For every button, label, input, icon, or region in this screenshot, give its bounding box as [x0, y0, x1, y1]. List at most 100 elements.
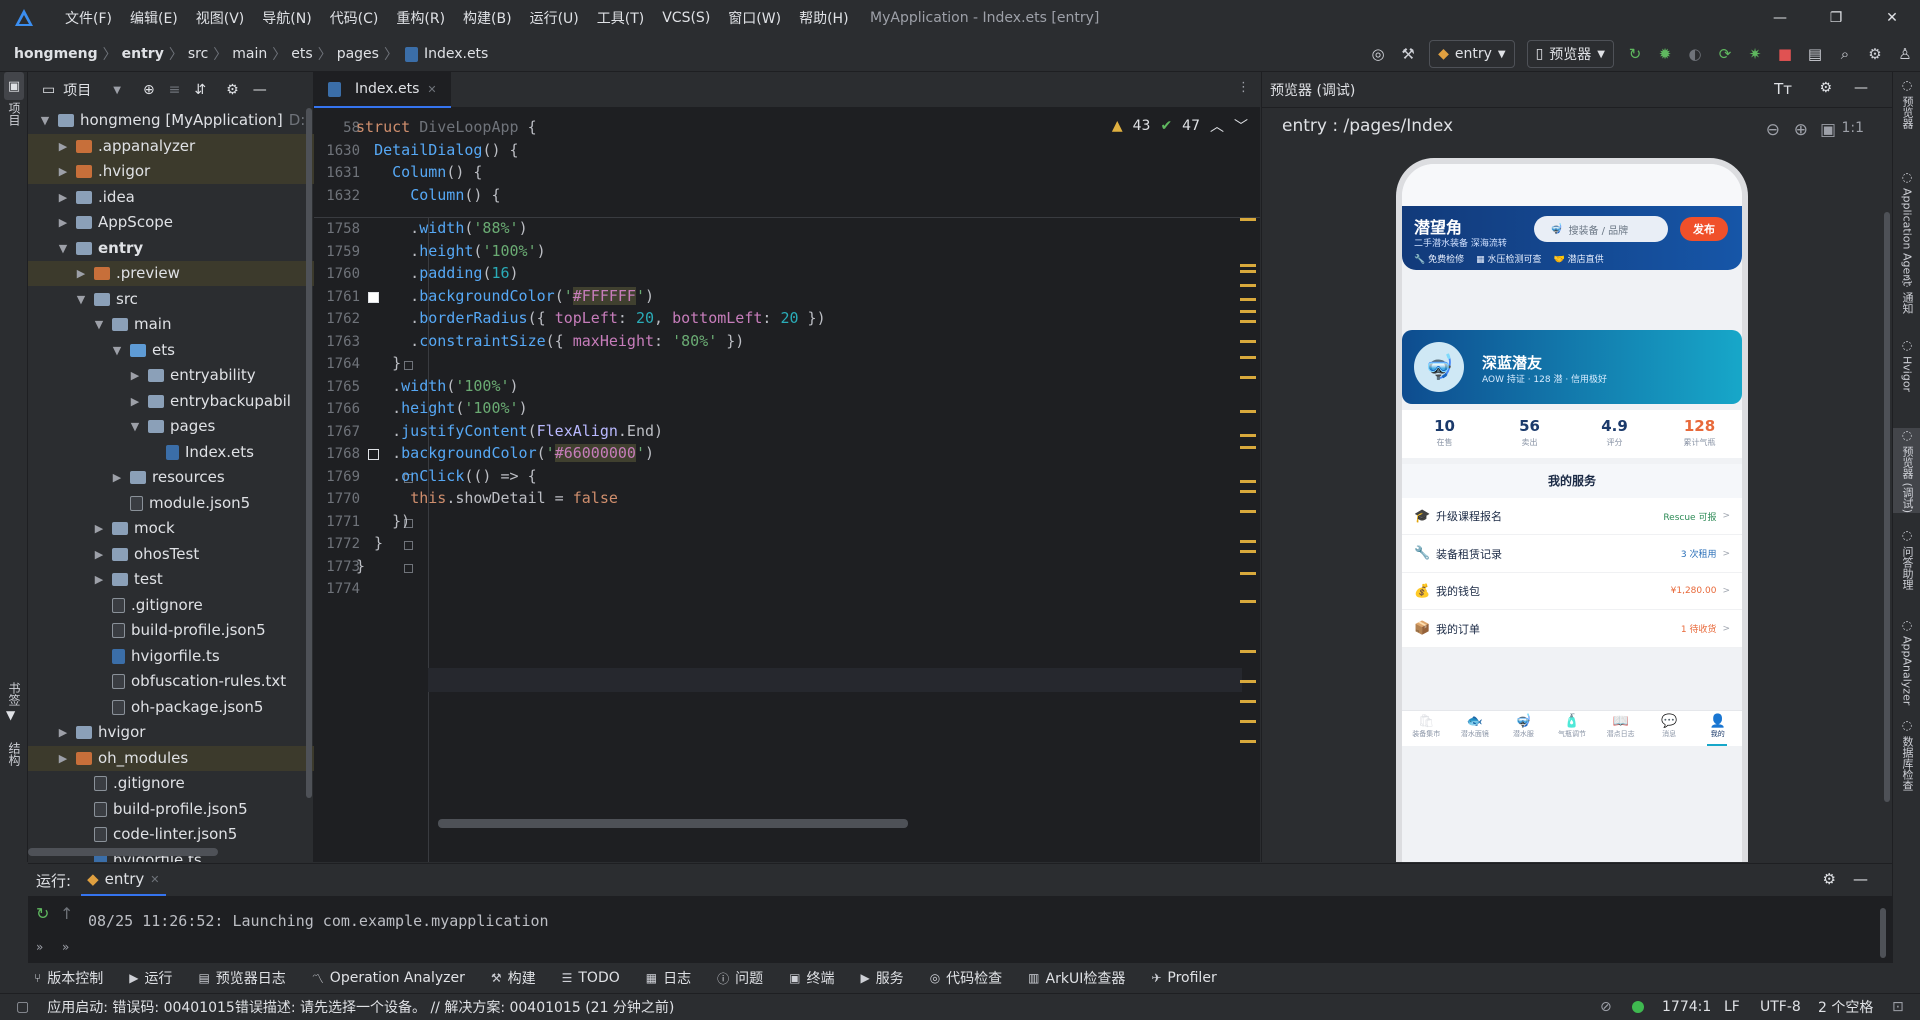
warning-stripe-mark[interactable]: [1240, 284, 1256, 287]
menu-item[interactable]: 构建(B): [454, 8, 521, 28]
device-manager-icon[interactable]: ▤: [1800, 39, 1830, 69]
tree-item[interactable]: ▶ oh_modules: [28, 745, 314, 771]
tree-item[interactable]: ▶ resources: [28, 465, 314, 490]
code-line[interactable]: this.showDetail = false: [356, 489, 618, 507]
menu-item[interactable]: 文件(F): [56, 8, 121, 28]
warning-stripe-mark[interactable]: [1240, 740, 1256, 743]
apply-changes-icon[interactable]: ⟳: [1710, 39, 1740, 69]
code-line[interactable]: .onClick(() => {: [356, 467, 537, 485]
menu-item[interactable]: 工具(T): [588, 8, 653, 28]
chevron-right-icon[interactable]: ▶: [56, 134, 70, 159]
status-ok-icon[interactable]: [1632, 1001, 1644, 1013]
bottom-tool-item[interactable]: ▤ 预览器日志: [198, 968, 285, 988]
warning-stripe-mark[interactable]: [1240, 320, 1256, 323]
chevron-right-icon[interactable]: ▶: [56, 210, 70, 235]
warning-stripe-mark[interactable]: [1240, 264, 1256, 267]
tree-item[interactable]: code-linter.json5: [28, 822, 314, 847]
bottom-tool-item[interactable]: ☰ TODO: [562, 970, 620, 986]
tree-item[interactable]: oh-package.json5: [28, 695, 314, 720]
warning-stripe-mark[interactable]: [1240, 550, 1256, 553]
fit-icon[interactable]: ▣: [1820, 120, 1836, 140]
warning-stripe-mark[interactable]: [1240, 720, 1256, 723]
tree-item[interactable]: build-profile.json5: [28, 618, 314, 643]
chevron-down-icon[interactable]: ▼: [110, 338, 124, 363]
file-encoding[interactable]: UTF-8: [1760, 999, 1801, 1015]
menu-item[interactable]: 导航(N): [253, 8, 320, 28]
tree-item[interactable]: build-profile.json5: [28, 797, 314, 822]
warning-stripe-mark[interactable]: [1240, 356, 1256, 359]
code-line[interactable]: .backgroundColor('#66000000'): [356, 444, 654, 462]
right-tool-button[interactable]: ◌ 问答助理: [1893, 528, 1920, 590]
warning-stripe-mark[interactable]: [1240, 680, 1256, 683]
code-line[interactable]: .borderRadius({ topLeft: 20, bottomLeft:…: [356, 309, 825, 327]
profile-card[interactable]: 🤿 深蓝潜友 AOW 持证 · 128 潜 · 信用极好: [1402, 330, 1742, 404]
bottom-tool-item[interactable]: ▣ 终端: [789, 968, 834, 988]
expand-right-icon[interactable]: »: [62, 940, 69, 954]
stat-item[interactable]: 56 卖出: [1487, 410, 1572, 458]
warning-stripe-mark[interactable]: [1240, 376, 1256, 379]
chevron-right-icon[interactable]: ▶: [74, 261, 88, 286]
app-tab-item[interactable]: 🧴 气瓶调节: [1548, 711, 1597, 746]
chevron-down-icon[interactable]: ▼: [113, 85, 121, 96]
project-panel-title[interactable]: 项目: [63, 80, 91, 100]
service-row[interactable]: 📦 我的订单 1 待收货 >: [1402, 611, 1742, 648]
service-row[interactable]: 🔧 装备租赁记录 3 次租用 >: [1402, 536, 1742, 573]
warning-stripe-mark[interactable]: [1240, 434, 1256, 437]
warning-stripe-mark[interactable]: [1240, 572, 1256, 575]
publish-button[interactable]: 发布: [1680, 217, 1728, 241]
code-line[interactable]: .width('88%'): [356, 219, 527, 237]
right-tool-button[interactable]: ◌ 预览器: [1893, 78, 1920, 129]
chevron-right-icon[interactable]: ▶: [92, 567, 106, 592]
chevron-down-icon[interactable]: ▼: [128, 414, 142, 439]
collapse-all-icon[interactable]: ≡: [169, 82, 181, 98]
tree-item[interactable]: ▶ entrybackupabil: [28, 389, 314, 414]
code-line[interactable]: }): [356, 512, 410, 530]
font-size-icon[interactable]: Tт: [1774, 80, 1792, 98]
warning-stripe-mark[interactable]: [1240, 298, 1256, 301]
crumb-project[interactable]: hongmeng: [14, 46, 98, 62]
bottom-tool-item[interactable]: ▥ ArkUI检查器: [1028, 968, 1125, 988]
tree-item[interactable]: Index.ets: [28, 440, 314, 465]
code-line[interactable]: .backgroundColor('#FFFFFF'): [356, 286, 654, 305]
arrow-up-icon[interactable]: ↑: [60, 904, 73, 923]
warning-stripe-mark[interactable]: [1240, 600, 1256, 603]
zoom-label[interactable]: 1:1: [1841, 120, 1864, 136]
tree-item[interactable]: ▶ .appanalyzer: [28, 133, 314, 159]
menu-item[interactable]: 编辑(E): [121, 8, 187, 28]
bottom-tool-item[interactable]: ◎ 代码检查: [930, 968, 1002, 988]
debug-icon[interactable]: ✹: [1650, 39, 1680, 69]
chevron-down-icon[interactable]: ﹀: [1234, 116, 1248, 136]
sticky-code-line[interactable]: Column() {: [356, 186, 500, 204]
tree-item[interactable]: .gitignore: [28, 771, 314, 796]
chevron-right-icon[interactable]: ▶: [128, 389, 142, 414]
menu-item[interactable]: 窗口(W): [719, 8, 790, 28]
rerun-icon[interactable]: ↻: [1620, 39, 1650, 69]
run-tab-entry[interactable]: ◆ entry ✕: [81, 864, 166, 896]
chevron-down-icon[interactable]: ▼: [92, 312, 106, 337]
warning-stripe-mark[interactable]: [1240, 650, 1256, 653]
code-line[interactable]: .height('100%'): [356, 242, 545, 260]
tab-index-ets[interactable]: Index.ets ✕: [314, 72, 451, 108]
structure-tool-label[interactable]: 结构: [6, 742, 23, 766]
chevron-right-icon[interactable]: ▶: [56, 159, 70, 184]
right-tool-button[interactable]: ◌ AppAnalyzer: [1893, 618, 1920, 705]
layout-icon[interactable]: ▢: [16, 999, 29, 1015]
tree-item[interactable]: hvigorfile.ts: [28, 644, 314, 669]
tree-item[interactable]: ▶ hvigor: [28, 720, 314, 745]
hide-panel-icon[interactable]: —: [1854, 80, 1868, 96]
chevron-right-icon[interactable]: ▶: [92, 516, 106, 541]
sticky-code-line[interactable]: struct DiveLoopApp {: [356, 118, 537, 136]
chevron-right-icon[interactable]: ▶: [56, 720, 70, 745]
line-separator[interactable]: LF: [1724, 999, 1740, 1015]
no-sync-icon[interactable]: ⊘: [1600, 999, 1612, 1015]
crumb-src[interactable]: src: [188, 46, 208, 62]
code-line[interactable]: }: [356, 557, 365, 575]
inspection-widget[interactable]: ▲ 43 ✔ 47 ︿ ﹀: [1112, 116, 1248, 136]
bookmarks-tool-label[interactable]: 书签: [6, 682, 23, 706]
zoom-out-icon[interactable]: ⊖: [1766, 120, 1780, 140]
service-row[interactable]: 💰 我的钱包 ¥1,280.00 >: [1402, 573, 1742, 610]
chevron-down-icon[interactable]: ▼: [56, 236, 70, 261]
hammer-icon[interactable]: ⚒: [1393, 39, 1423, 69]
attach-debugger-icon[interactable]: ◐: [1680, 39, 1710, 69]
warning-stripe-mark[interactable]: [1240, 340, 1256, 343]
